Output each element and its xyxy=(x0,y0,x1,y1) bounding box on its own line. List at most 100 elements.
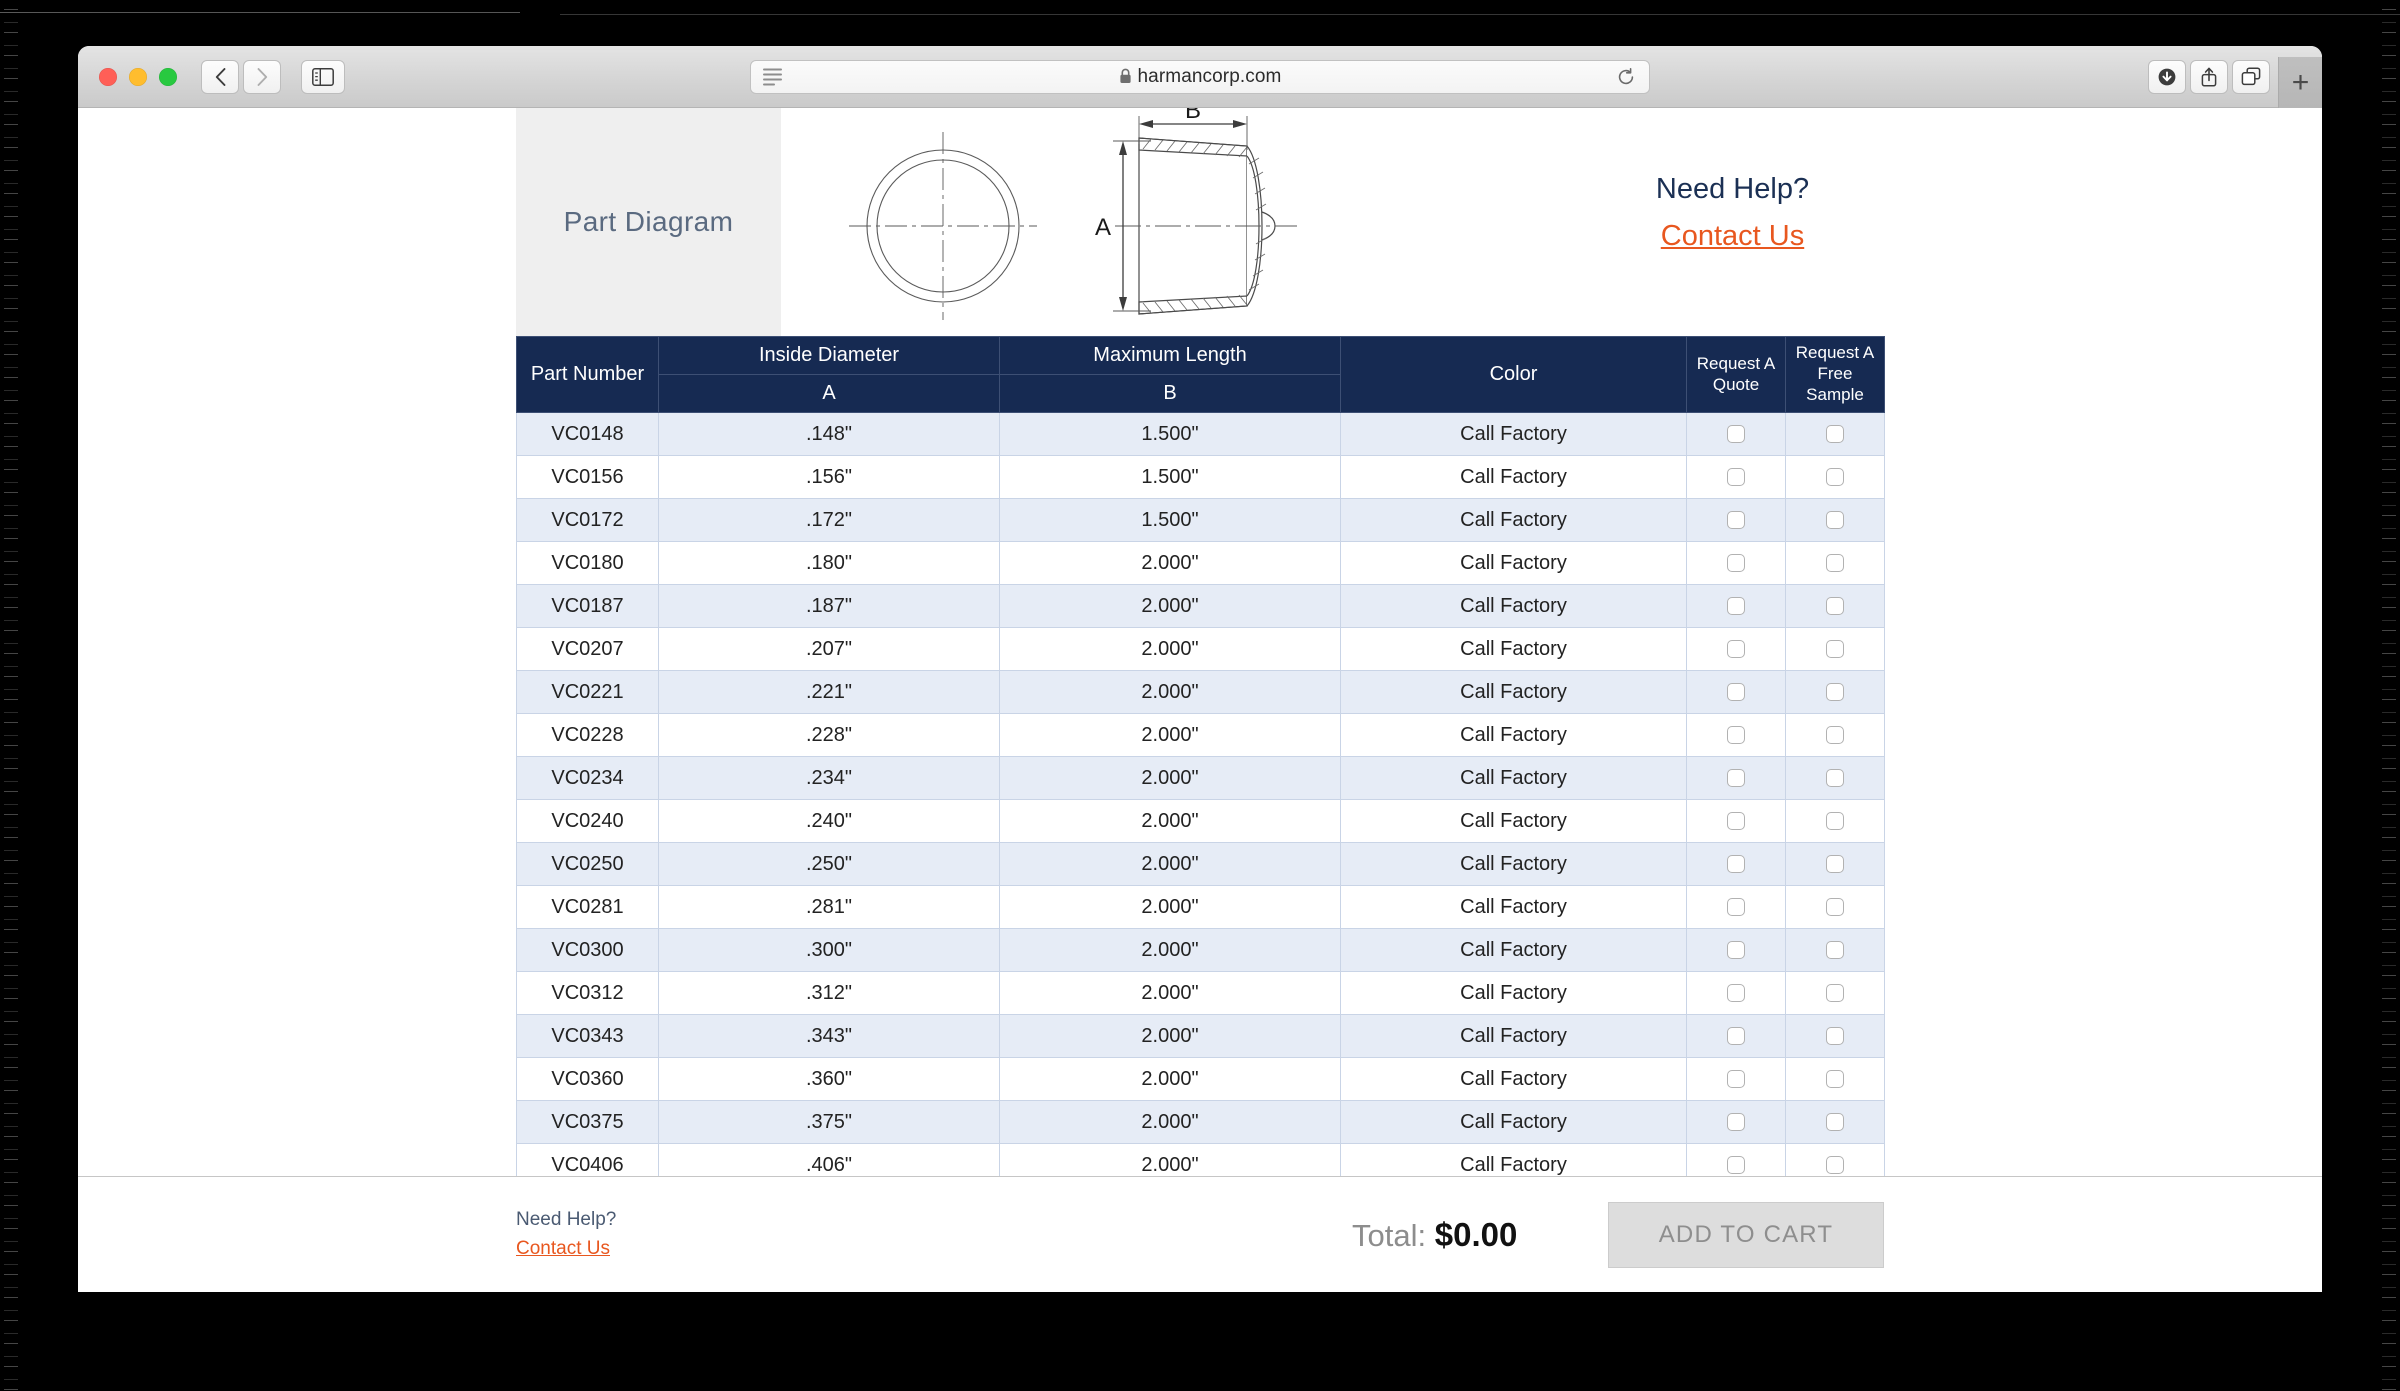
cell-sample-checkbox xyxy=(1785,1100,1885,1144)
cell-quote-checkbox xyxy=(1686,1014,1786,1058)
footer-contact-us-link[interactable]: Contact Us xyxy=(516,1238,616,1260)
cell-part-number: VC0148 xyxy=(516,412,659,456)
cell-quote-checkbox xyxy=(1686,756,1786,800)
sample-checkbox[interactable] xyxy=(1826,1027,1844,1046)
contact-us-link[interactable]: Contact Us xyxy=(1661,220,1804,253)
quote-checkbox[interactable] xyxy=(1727,511,1745,530)
cell-maximum-length: 1.500" xyxy=(999,412,1341,456)
backdrop-artifact-left xyxy=(4,0,18,1391)
sample-checkbox[interactable] xyxy=(1826,855,1844,874)
nav-buttons xyxy=(201,59,345,94)
cell-sample-checkbox xyxy=(1785,928,1885,972)
toolbar-right-actions xyxy=(2148,59,2270,94)
cell-maximum-length: 2.000" xyxy=(999,971,1341,1015)
cart-footer-bar: Need Help? Contact Us Total: $0.00 ADD T… xyxy=(78,1176,2322,1292)
cell-quote-checkbox xyxy=(1686,799,1786,843)
quote-checkbox[interactable] xyxy=(1727,726,1745,745)
address-bar-container: harmancorp.com xyxy=(750,59,1650,94)
sidebar-toggle-button[interactable] xyxy=(301,59,345,94)
cell-inside-diameter: .172" xyxy=(658,498,1000,542)
sample-checkbox[interactable] xyxy=(1826,769,1844,788)
cell-maximum-length: 2.000" xyxy=(999,756,1341,800)
sample-checkbox[interactable] xyxy=(1826,468,1844,487)
quote-checkbox[interactable] xyxy=(1727,683,1745,702)
table-row: VC0360.360" 2.000" Call Factory xyxy=(516,1057,1885,1101)
quote-checkbox[interactable] xyxy=(1727,898,1745,917)
new-tab-button[interactable]: + xyxy=(2278,57,2322,108)
cell-sample-checkbox xyxy=(1785,412,1885,456)
quote-checkbox[interactable] xyxy=(1727,1027,1745,1046)
tab-overview-button[interactable] xyxy=(2232,59,2270,94)
cell-quote-checkbox xyxy=(1686,842,1786,886)
parts-table: Part Number Inside Diameter Maximum Leng… xyxy=(516,336,1885,1187)
cell-color: Call Factory xyxy=(1340,713,1687,757)
cell-color: Call Factory xyxy=(1340,928,1687,972)
maximize-window-button[interactable] xyxy=(159,67,177,86)
cell-quote-checkbox xyxy=(1686,713,1786,757)
cell-quote-checkbox xyxy=(1686,584,1786,628)
backdrop-artifact-right xyxy=(2382,0,2396,1391)
sample-checkbox[interactable] xyxy=(1826,511,1844,530)
cell-color: Call Factory xyxy=(1340,1014,1687,1058)
sample-checkbox[interactable] xyxy=(1826,683,1844,702)
cell-maximum-length: 2.000" xyxy=(999,1014,1341,1058)
cell-part-number: VC0300 xyxy=(516,928,659,972)
quote-checkbox[interactable] xyxy=(1727,597,1745,616)
reader-view-icon[interactable] xyxy=(763,68,782,85)
quote-checkbox[interactable] xyxy=(1727,1070,1745,1089)
quote-checkbox[interactable] xyxy=(1727,1156,1745,1175)
col-header-color: Color xyxy=(1340,336,1687,413)
quote-checkbox[interactable] xyxy=(1727,941,1745,960)
sample-checkbox[interactable] xyxy=(1826,1113,1844,1132)
cell-quote-checkbox xyxy=(1686,971,1786,1015)
quote-checkbox[interactable] xyxy=(1727,554,1745,573)
address-bar[interactable]: harmancorp.com xyxy=(750,59,1650,94)
cell-color: Call Factory xyxy=(1340,842,1687,886)
sample-checkbox[interactable] xyxy=(1826,1070,1844,1089)
cell-sample-checkbox xyxy=(1785,885,1885,929)
quote-checkbox[interactable] xyxy=(1727,812,1745,831)
quote-checkbox[interactable] xyxy=(1727,855,1745,874)
cell-maximum-length: 2.000" xyxy=(999,627,1341,671)
cell-quote-checkbox xyxy=(1686,1057,1786,1101)
cell-maximum-length: 1.500" xyxy=(999,498,1341,542)
cell-sample-checkbox xyxy=(1785,799,1885,843)
sample-checkbox[interactable] xyxy=(1826,425,1844,444)
sample-checkbox[interactable] xyxy=(1826,1156,1844,1175)
share-button[interactable] xyxy=(2190,59,2228,94)
back-button[interactable] xyxy=(201,59,239,94)
downloads-button[interactable] xyxy=(2148,59,2186,94)
cell-part-number: VC0240 xyxy=(516,799,659,843)
cell-part-number: VC0207 xyxy=(516,627,659,671)
quote-checkbox[interactable] xyxy=(1727,425,1745,444)
quote-checkbox[interactable] xyxy=(1727,640,1745,659)
cell-maximum-length: 2.000" xyxy=(999,799,1341,843)
sample-checkbox[interactable] xyxy=(1826,812,1844,831)
cell-inside-diameter: .360" xyxy=(658,1057,1000,1101)
sample-checkbox[interactable] xyxy=(1826,640,1844,659)
quote-checkbox[interactable] xyxy=(1727,468,1745,487)
sample-checkbox[interactable] xyxy=(1826,726,1844,745)
table-row: VC0228.228" 2.000" Call Factory xyxy=(516,713,1885,757)
forward-button[interactable] xyxy=(243,59,281,94)
minimize-window-button[interactable] xyxy=(129,67,147,86)
cart-total-value: $0.00 xyxy=(1434,1215,1518,1253)
cell-part-number: VC0343 xyxy=(516,1014,659,1058)
quote-checkbox[interactable] xyxy=(1727,1113,1745,1132)
sample-checkbox[interactable] xyxy=(1826,941,1844,960)
sample-checkbox[interactable] xyxy=(1826,554,1844,573)
col-header-request-quote: Request A Quote xyxy=(1686,336,1786,413)
sample-checkbox[interactable] xyxy=(1826,898,1844,917)
quote-checkbox[interactable] xyxy=(1727,984,1745,1003)
add-to-cart-button[interactable]: ADD TO CART xyxy=(1608,1201,1884,1268)
cell-sample-checkbox xyxy=(1785,971,1885,1015)
sample-checkbox[interactable] xyxy=(1826,984,1844,1003)
quote-checkbox[interactable] xyxy=(1727,769,1745,788)
cell-maximum-length: 2.000" xyxy=(999,713,1341,757)
cell-quote-checkbox xyxy=(1686,498,1786,542)
table-row: VC0240.240" 2.000" Call Factory xyxy=(516,799,1885,843)
cell-part-number: VC0250 xyxy=(516,842,659,886)
close-window-button[interactable] xyxy=(99,67,117,86)
sample-checkbox[interactable] xyxy=(1826,597,1844,616)
reload-icon[interactable] xyxy=(1617,67,1635,86)
